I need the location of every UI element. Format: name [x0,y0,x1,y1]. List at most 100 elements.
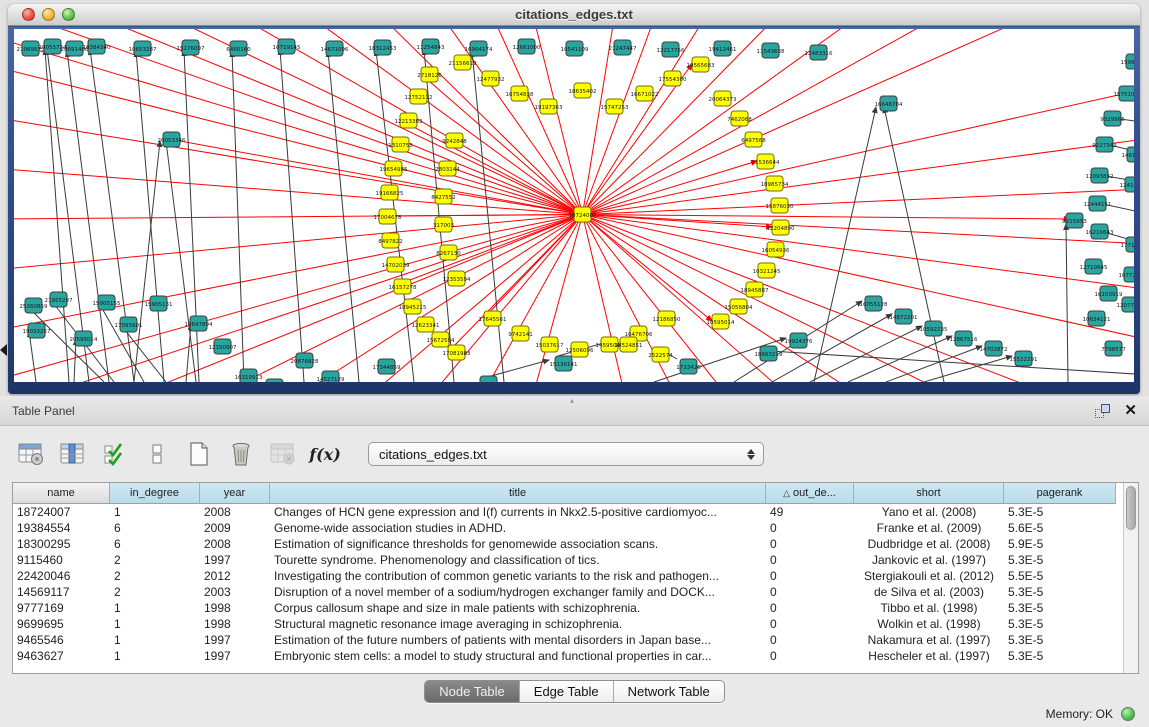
graph-node[interactable]: 1310753 [388,137,413,152]
graph-node[interactable]: 10592235 [920,321,948,336]
graph-node[interactable]: 12483316 [805,45,833,60]
column-header-out_de[interactable]: △out_de... [766,483,854,504]
delete-columns-icon[interactable] [226,439,256,469]
graph-node[interactable]: 16103919 [1095,286,1123,301]
float-panel-icon[interactable] [1095,404,1110,418]
table-row[interactable]: 946362711997Embryonic stem cells: a mode… [13,648,1138,664]
graph-node[interactable]: 16319913 [235,369,263,382]
graph-node[interactable]: 14614884 [1122,147,1135,162]
graph-node[interactable]: 15276097 [177,40,205,55]
graph-node[interactable]: 15905155 [93,295,121,310]
column-header-short[interactable]: short [854,483,1004,504]
table-row[interactable]: 1872400712008Changes of HCN gene express… [13,504,1138,520]
graph-node[interactable]: 18945215 [399,299,427,314]
graph-node[interactable]: 19197363 [535,99,563,114]
select-all-icon[interactable] [100,439,130,469]
graph-node[interactable]: 9742141 [508,326,533,341]
memory-status-icon[interactable] [1121,707,1135,721]
graph-node[interactable]: 16648784 [875,96,903,111]
graph-node[interactable]: 17645561 [479,311,507,326]
close-panel-icon[interactable]: ✕ [1124,404,1137,418]
graph-node[interactable]: 12623341 [412,317,440,332]
graph-node[interactable]: 14872201 [890,309,918,324]
table-row[interactable]: 946554611997Estimation of the future num… [13,632,1138,648]
graph-node[interactable]: 2718126 [417,67,442,82]
tab-network-table[interactable]: Network Table [614,681,724,702]
minimize-window-button[interactable] [42,8,55,21]
graph-node[interactable]: 10647894 [185,316,213,331]
tab-edge-table[interactable]: Edge Table [520,681,614,702]
graph-node[interactable]: 18635402 [569,83,597,98]
create-column-icon[interactable] [184,439,214,469]
graph-node[interactable]: 8427552 [431,189,456,204]
graph-node[interactable]: 19166825 [376,185,404,200]
panel-drag-grip[interactable]: ▴ [570,397,577,404]
graph-node[interactable]: 12353594 [443,271,471,286]
graph-node[interactable]: 12204890 [767,220,795,235]
graph-node[interactable]: 20064373 [709,91,737,106]
function-builder-icon[interactable]: f(x) [310,439,340,469]
graph-node[interactable]: 10719145 [273,39,301,54]
graph-node[interactable]: 8215953 [1062,213,1087,228]
graph-node[interactable]: 15751074 [1114,86,1135,101]
graph-node[interactable]: 17095601 [115,317,143,332]
table-row[interactable]: 1456911722003Disruption of a novel membe… [13,584,1138,600]
collapse-handle-icon[interactable] [0,344,7,356]
graph-node[interactable]: 15998471 [1121,54,1135,69]
graph-node[interactable]: 21536644 [752,154,780,169]
column-header-title[interactable]: title [270,483,766,504]
graph-node[interactable]: 317003 [433,217,454,232]
table-row[interactable]: 911546021997Tourette syndrome. Phenomeno… [13,552,1138,568]
graph-node[interactable]: 17554300 [659,71,687,86]
graph-node[interactable]: 12213363 [395,113,423,128]
graph-node[interactable]: 20876828 [291,353,319,368]
graph-node[interactable]: 7462068 [727,111,752,126]
graph-node[interactable]: 20595014 [70,331,98,346]
network-graph[interactable]: 2718126127521121221336313107531965498519… [14,29,1134,382]
graph-node[interactable]: 12867516 [950,331,978,346]
graph-node[interactable]: 15037617 [536,337,564,352]
scrollbar-thumb[interactable] [1126,486,1136,530]
graph-node[interactable]: 16772734 [1119,267,1135,282]
graph-node[interactable]: 12477932 [477,71,505,86]
graph-node[interactable]: 15747253 [601,99,629,114]
graph-node[interactable]: 18663219 [755,346,783,361]
graph-node[interactable]: 15522291 [1010,351,1038,366]
table-mode-icon[interactable] [16,439,46,469]
table-row[interactable]: 2242004622012Investigating the contribut… [13,568,1138,584]
graph-node[interactable]: 17344859 [373,359,401,374]
column-header-in_degree[interactable]: in_degree [110,483,200,504]
tab-node-table[interactable]: Node Table [425,681,520,702]
graph-node[interactable]: 12217756 [657,42,685,57]
graph-node[interactable]: 14527129 [317,371,345,382]
graph-node[interactable]: 8497822 [378,233,403,248]
graph-node[interactable]: 14732596 [261,379,289,382]
graph-node[interactable]: 18985734 [761,176,789,191]
graph-node[interactable]: 12150907 [209,339,237,354]
graph-node[interactable]: 12710645 [1080,259,1108,274]
zoom-window-button[interactable] [62,8,75,21]
graph-node[interactable]: 16210643 [1086,224,1114,239]
graph-node[interactable]: 19565683 [687,57,715,72]
graph-node[interactable]: 15876030 [766,198,794,213]
graph-node[interactable]: 11254843 [417,39,445,54]
graph-node[interactable]: 10321245 [753,263,781,278]
close-window-button[interactable] [22,8,35,21]
graph-node[interactable]: 9329966 [1100,111,1125,126]
clear-selection-icon[interactable] [142,439,172,469]
show-columns-icon[interactable] [58,439,88,469]
network-canvas[interactable]: 2718126127521121221336313107531965498519… [14,29,1134,382]
table-row[interactable]: 977716911998Corpus callosum shape and si… [13,600,1138,616]
column-header-name[interactable]: name [13,483,110,504]
graph-node[interactable]: 12661000 [513,39,541,54]
graph-node[interactable]: 8267130 [436,245,461,260]
graph-node[interactable]: 12186850 [653,311,681,326]
vertical-scrollbar[interactable] [1123,483,1138,673]
graph-node[interactable]: 15136141 [550,356,578,371]
table-row[interactable]: 969969511998Structural magnetic resonanc… [13,616,1138,632]
graph-node[interactable]: 10541109 [561,41,589,56]
graph-node[interactable]: 7798577 [1101,341,1126,356]
graph-node[interactable]: 17004678 [374,209,402,224]
graph-node[interactable]: 15136149 [475,376,503,382]
graph-node[interactable]: 17710103 [1121,237,1135,252]
